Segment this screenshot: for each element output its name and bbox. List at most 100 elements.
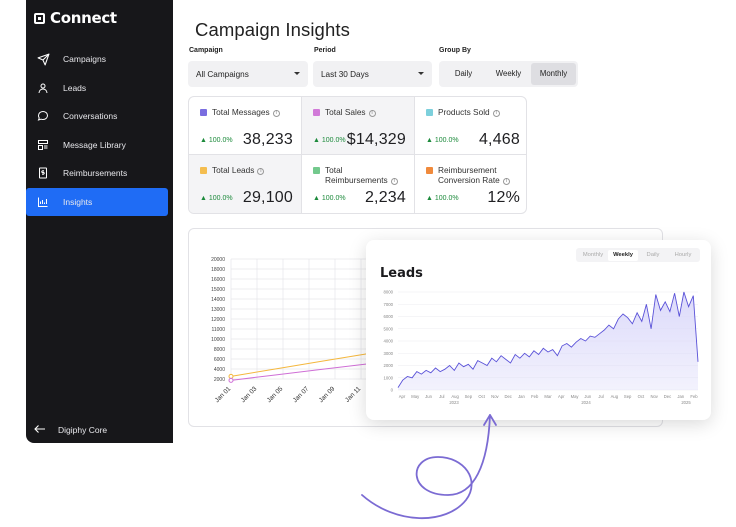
group-by-toggle: Daily Weekly Monthly: [439, 61, 578, 87]
x-tick-label: Jul: [598, 394, 603, 399]
group-by-monthly[interactable]: Monthly: [531, 63, 576, 85]
group-by-weekly[interactable]: Weekly: [486, 63, 531, 85]
y-tick-label: 2000: [214, 377, 225, 383]
stat-value: $14,329: [346, 131, 406, 148]
sidebar-item-campaigns[interactable]: Campaigns: [26, 45, 173, 74]
y-tick-label: 15000: [211, 287, 225, 293]
chat-bubble-icon: [36, 109, 50, 123]
bar-chart-icon: [36, 195, 50, 209]
y-tick-label: 12000: [211, 317, 225, 323]
x-tick-label: Apr: [558, 394, 565, 399]
info-icon[interactable]: i: [502, 178, 510, 185]
page-title: Campaign Insights: [195, 19, 350, 40]
sidebar: Connect Campaigns Leads Conversations Me…: [26, 0, 173, 443]
sidebar-footer-digiphy-core[interactable]: Digiphy Core: [34, 424, 107, 436]
sidebar-item-label: Insights: [63, 196, 93, 207]
x-tick-label: Nov: [650, 394, 658, 399]
receipt-dollar-icon: [36, 166, 50, 180]
period-select[interactable]: Last 30 Days: [313, 61, 432, 87]
y-tick-label: 0: [391, 388, 394, 393]
legend-swatch: [426, 108, 433, 116]
legend-swatch: [313, 166, 320, 174]
sidebar-item-insights[interactable]: Insights: [26, 187, 168, 216]
sidebar-item-label: Conversations: [63, 111, 118, 122]
stat-card-total-reimbursements: Total Reimbursements i ▲ 100.0% 2,234: [302, 155, 415, 213]
y-tick-label: 5000: [383, 326, 393, 331]
sidebar-item-label: Message Library: [63, 139, 126, 150]
stat-change: ▲ 100.0%: [313, 195, 346, 202]
brand-name: Connect: [50, 9, 117, 27]
x-tick-label: Jan 03: [240, 385, 259, 404]
y-tick-label: 18000: [211, 267, 225, 273]
leads-chart-card: Monthly Weekly Daily Hourly Leads 0 1000 2…: [366, 240, 711, 420]
connect-logo-icon: [34, 12, 45, 24]
x-tick-label: Jan: [677, 394, 684, 399]
y-tick-label: 4000: [214, 367, 225, 373]
stat-label: Products Sold i: [438, 107, 500, 117]
x-tick-label: Feb: [690, 394, 698, 399]
stat-label: Reimbursement Conversion Rate i: [438, 165, 510, 185]
y-tick-label: 20000: [211, 257, 225, 263]
stat-change: ▲ 100.0%: [426, 137, 459, 144]
y-tick-label: 14000: [211, 297, 225, 303]
y-tick-label: 11000: [211, 327, 225, 333]
leads-area-chart: 0 1000 2000 3000 4000 5000 6000 7000 8000 Apr May J…: [383, 290, 699, 405]
x-tick-label: Jan 05: [266, 385, 285, 404]
stat-card-total-sales: Total Sales i ▲ 100.0% $14,329: [302, 97, 415, 155]
brand[interactable]: Connect: [34, 8, 117, 28]
y-tick-label: 2000: [383, 363, 393, 368]
data-point: [228, 377, 234, 383]
swirl-arrow-icon: [361, 414, 497, 520]
x-tick-label: Jan 01: [214, 385, 233, 404]
sidebar-nav: Campaigns Leads Conversations Message Li…: [26, 45, 173, 216]
stat-value: 2,234: [364, 189, 406, 206]
chevron-down-icon: [418, 72, 424, 75]
legend-swatch: [313, 108, 320, 116]
x-tick-label: May: [571, 394, 580, 399]
y-tick-label: 8000: [214, 347, 225, 353]
x-tick-label: Jan: [518, 394, 525, 399]
x-tick-label: Jan 07: [292, 385, 311, 404]
period-filter-label: Period: [314, 47, 336, 54]
stat-label: Total Leads i: [212, 165, 265, 175]
sidebar-item-message-library[interactable]: Message Library: [26, 131, 173, 160]
sidebar-item-label: Leads: [63, 82, 87, 93]
campaign-select[interactable]: All Campaigns: [188, 61, 308, 87]
stat-value: 4,468: [478, 131, 520, 148]
stat-value: 12%: [487, 189, 520, 206]
stat-card-total-leads: Total Leads i ▲ 100.0% 29,100: [189, 155, 302, 213]
arrow-left-icon: [34, 424, 46, 436]
y-tick-label: 8000: [383, 290, 393, 295]
stat-change: ▲ 100.0%: [313, 137, 346, 144]
x-tick-label: Feb: [531, 394, 539, 399]
y-tick-label: 10000: [211, 337, 225, 343]
campaign-filter-label: Campaign: [189, 47, 223, 54]
y-tick-label: 1000: [383, 375, 393, 380]
info-icon[interactable]: i: [492, 110, 500, 117]
sidebar-item-leads[interactable]: Leads: [26, 74, 173, 103]
legend-swatch: [200, 108, 207, 116]
library-icon: [36, 138, 50, 152]
y-tick-label: 7000: [383, 302, 393, 307]
info-icon[interactable]: i: [368, 110, 376, 117]
sidebar-item-label: Campaigns: [63, 54, 106, 65]
sidebar-item-reimbursements[interactable]: Reimbursements: [26, 159, 173, 188]
info-icon[interactable]: i: [257, 168, 265, 175]
stat-card-total-messages: Total Messages i ▲ 100.0% 38,233: [189, 97, 302, 155]
year-label: 2024: [581, 400, 591, 405]
legend-swatch: [200, 166, 207, 174]
campaign-select-value: All Campaigns: [196, 69, 249, 79]
period-select-value: Last 30 Days: [321, 69, 369, 79]
x-tick-label: Sep: [624, 394, 632, 399]
sidebar-item-conversations[interactable]: Conversations: [26, 102, 173, 131]
stat-value: 29,100: [242, 189, 293, 206]
info-icon[interactable]: i: [390, 178, 398, 185]
stat-label: Total Sales i: [325, 107, 376, 117]
user-icon: [36, 81, 50, 95]
info-icon[interactable]: i: [272, 110, 280, 117]
stat-label: Total Reimbursements i: [325, 165, 398, 185]
stat-card-reimbursement-conversion-rate: Reimbursement Conversion Rate i ▲ 100.0% 1…: [415, 155, 526, 213]
group-by-daily[interactable]: Daily: [441, 63, 486, 85]
stat-card-products-sold: Products Sold i ▲ 100.0% 4,468: [415, 97, 526, 155]
x-tick-label: Dec: [664, 394, 671, 399]
